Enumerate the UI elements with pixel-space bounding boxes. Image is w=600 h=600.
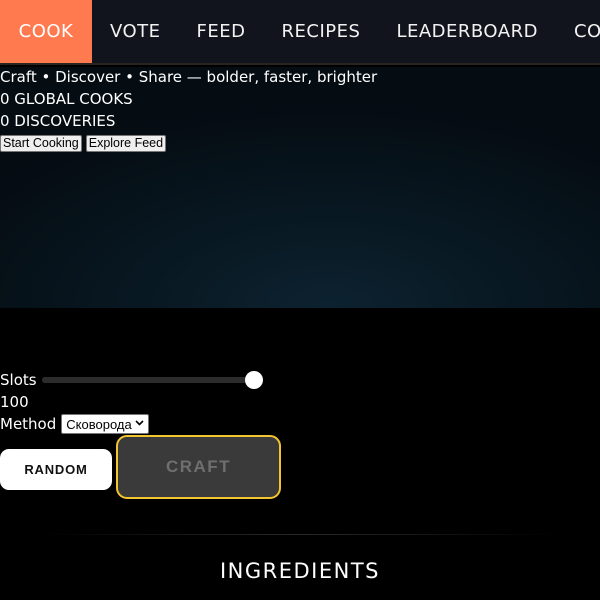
discoveries-count: 0 DISCOVERIES xyxy=(0,112,116,130)
tab-vote[interactable]: VOTE xyxy=(92,0,179,63)
start-cooking-button[interactable]: Start Cooking xyxy=(0,135,82,152)
tab-feed[interactable]: FEED xyxy=(179,0,264,63)
slots-row: Slots xyxy=(0,370,263,390)
method-row: Method Сковорода xyxy=(0,414,149,434)
hero-buttons: Start Cooking Explore Feed xyxy=(0,135,167,152)
tab-community[interactable]: COMMUNITY xyxy=(556,0,600,63)
global-cooks-count: 0 GLOBAL COOKS xyxy=(0,90,133,108)
method-selected-value: Сковорода xyxy=(66,416,132,432)
tab-leaderboard[interactable]: LEADERBOARD xyxy=(378,0,556,63)
tab-cook[interactable]: COOK xyxy=(0,0,92,63)
ingredients-heading: INGREDIENTS xyxy=(219,559,381,583)
method-select[interactable]: Сковорода xyxy=(61,414,149,434)
slots-slider[interactable] xyxy=(41,371,263,389)
craft-button[interactable]: CRAFT xyxy=(116,435,281,499)
tab-recipes[interactable]: RECIPES xyxy=(264,0,379,63)
random-button[interactable]: RANDOM xyxy=(0,449,112,490)
slots-slider-thumb[interactable] xyxy=(244,371,263,389)
hero-tagline: Craft • Discover • Share — bolder, faste… xyxy=(0,68,378,86)
explore-feed-button[interactable]: Explore Feed xyxy=(85,135,167,152)
chevron-down-icon xyxy=(135,419,144,429)
slots-label: Slots xyxy=(0,371,37,389)
slots-value: 100 xyxy=(0,393,29,411)
slots-slider-fill xyxy=(41,377,254,383)
section-divider xyxy=(40,534,560,535)
top-nav: COOK VOTE FEED RECIPES LEADERBOARD COMMU… xyxy=(0,0,600,65)
method-label: Method xyxy=(0,415,57,433)
hero-section: Craft • Discover • Share — bolder, faste… xyxy=(0,67,600,308)
